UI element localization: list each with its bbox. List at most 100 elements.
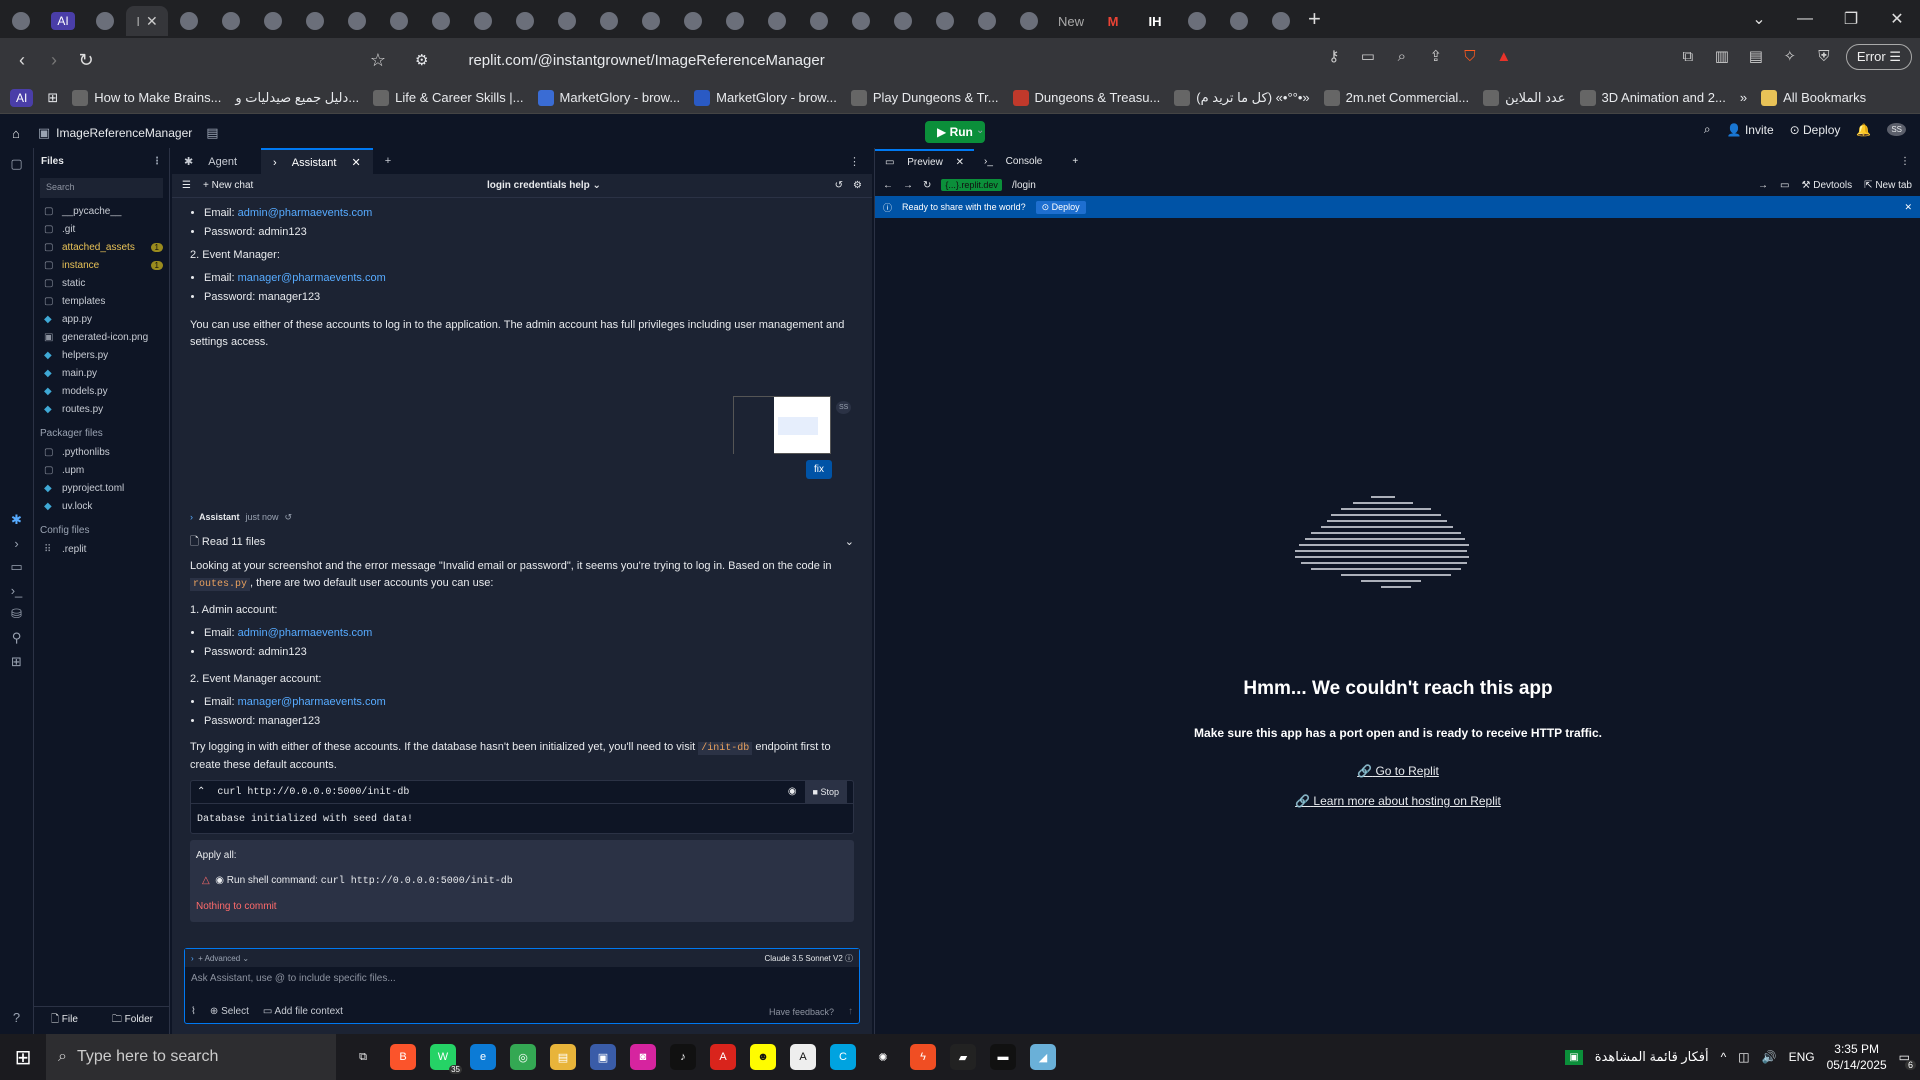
bookmark-page-icon[interactable]: ☆ <box>362 50 394 71</box>
browser-tab[interactable] <box>0 6 42 36</box>
add-file-context-button[interactable]: ▭ Add file context <box>263 1006 343 1017</box>
file-row[interactable]: ▢ .upm <box>34 461 169 479</box>
avatar[interactable]: SS <box>1887 123 1906 136</box>
chrome-icon[interactable]: ◎ <box>510 1044 536 1070</box>
password-key-icon[interactable]: ⚷ <box>1322 45 1346 69</box>
browser-tab[interactable] <box>168 6 210 36</box>
browser-tab[interactable] <box>84 6 126 36</box>
deploy-banner-button[interactable]: ⊙ Deploy <box>1035 200 1086 214</box>
all-tools-icon[interactable]: ⊞ <box>0 654 33 670</box>
browser-tab[interactable] <box>630 6 672 36</box>
file-row[interactable]: ◆ app.py <box>34 310 169 328</box>
deploy-header-button[interactable]: ⊙ Deploy <box>1790 123 1841 137</box>
close-banner-icon[interactable]: ✕ <box>1904 202 1912 213</box>
chat-settings-icon[interactable]: ⚙ <box>853 180 862 191</box>
feedback-link[interactable]: Have feedback? <box>769 1007 834 1017</box>
new-tab-button[interactable]: ⇱ New tab <box>1864 180 1912 191</box>
chatgpt-icon[interactable]: ✺ <box>870 1044 896 1070</box>
preview-domain[interactable]: {...}.replit.dev <box>941 179 1002 191</box>
apps-grid-icon[interactable]: ⊞ <box>47 90 58 106</box>
notifications-bell-icon[interactable]: 🔔 <box>1856 123 1871 137</box>
file-explorer-icon[interactable]: ▤ <box>550 1044 576 1070</box>
watchlist-label[interactable]: أفكار قائمة المشاهدة <box>1595 1049 1709 1065</box>
devices-icon[interactable]: ▭ <box>1780 180 1789 191</box>
browser-tab[interactable] <box>462 6 504 36</box>
read-files-collapsible[interactable]: 🗋 Read 11 files ⌄ <box>190 533 854 552</box>
whatsapp-icon[interactable]: W 35 <box>430 1044 462 1074</box>
preview-reload-icon[interactable]: ↻ <box>923 180 931 191</box>
bookmark-item[interactable]: How to Make Brains... <box>72 89 221 106</box>
app-icon[interactable]: ▣ <box>590 1044 616 1070</box>
stop-button[interactable]: ■ Stop <box>804 780 847 804</box>
browser-tab[interactable] <box>378 6 420 36</box>
all-bookmarks[interactable]: All Bookmarks <box>1761 89 1866 106</box>
zoom-icon[interactable]: ⌕ <box>1390 45 1414 69</box>
new-chat-button[interactable]: + New chat <box>203 180 253 191</box>
hosting-docs-link[interactable]: 🔗 Learn more about hosting on Replit <box>875 794 1920 808</box>
language-indicator[interactable]: ENG <box>1789 1050 1815 1064</box>
site-info-icon[interactable]: ⚙ <box>415 51 428 69</box>
error-menu-button[interactable]: Error ☰ <box>1845 44 1912 70</box>
bookmark-item[interactable]: Dungeons & Treasu... <box>1012 89 1160 106</box>
file-row[interactable]: ◆ pyproject.toml <box>34 479 169 497</box>
extensions-icon[interactable]: ⧉ <box>1676 45 1700 69</box>
open-external-icon[interactable]: → <box>1758 180 1768 191</box>
browser-tab[interactable] <box>1260 6 1302 36</box>
bookmark-item[interactable]: MarketGlory - brow... <box>537 89 680 106</box>
browser-tab[interactable]: M <box>1092 6 1134 36</box>
app-icon[interactable]: ◢ <box>1030 1044 1056 1070</box>
bookmark-item[interactable]: Play Dungeons & Tr... <box>850 89 999 106</box>
tab-assistant[interactable]: › Assistant ✕ <box>261 147 373 175</box>
app-icon[interactable]: C <box>830 1044 856 1070</box>
file-row[interactable]: ▢ attached_assets 1 <box>34 238 169 256</box>
screenshot-attachment-thumbnail[interactable] <box>733 396 831 455</box>
task-view-icon[interactable]: ⧉ <box>350 1044 376 1070</box>
send-icon[interactable]: ↑ <box>848 1006 853 1017</box>
bookmark-item[interactable]: عدد الملاين <box>1483 89 1566 106</box>
wallet-icon[interactable]: ▤ <box>1744 45 1768 69</box>
preview-path[interactable]: /login <box>1012 180 1036 191</box>
share-icon[interactable]: ⇪ <box>1424 45 1448 69</box>
file-row[interactable]: ⠿ .replit <box>34 540 169 558</box>
add-tab-icon[interactable]: + <box>373 149 403 173</box>
terminal-icon[interactable]: ▬ <box>990 1044 1016 1070</box>
browser-tab[interactable] <box>714 6 756 36</box>
secrets-icon[interactable]: ⚲ <box>0 630 33 646</box>
collapse-chevron-icon[interactable]: ⌃ <box>197 783 205 802</box>
tiktok-icon[interactable]: ♪ <box>670 1044 696 1070</box>
browser-tab[interactable] <box>924 6 966 36</box>
notifications-icon[interactable]: ▭ 6 <box>1899 1050 1916 1070</box>
browser-tab[interactable] <box>1176 6 1218 36</box>
file-row[interactable]: ◆ main.py <box>34 364 169 382</box>
file-row[interactable]: ▣ generated-icon.png <box>34 328 169 346</box>
home-icon[interactable]: ⌂ <box>12 126 20 141</box>
go-to-replit-link[interactable]: 🔗 Go to Replit <box>875 764 1920 778</box>
bookmark-item[interactable]: MarketGlory - brow... <box>694 89 837 106</box>
tab-agent[interactable]: ✱ Agent <box>172 149 261 174</box>
browser-tab[interactable] <box>546 6 588 36</box>
browser-tab[interactable] <box>798 6 840 36</box>
brave-shield-icon[interactable]: ⛉ <box>1458 45 1482 69</box>
model-selector[interactable]: Claude 3.5 Sonnet V2 ⓘ <box>764 953 853 964</box>
new-folder-button[interactable]: 🗀 Folder <box>112 1012 153 1029</box>
project-name[interactable]: ImageReferenceManager <box>56 126 192 140</box>
file-row[interactable]: ▢ instance 1 <box>34 256 169 274</box>
reload-icon[interactable]: ↻ <box>70 50 102 71</box>
invite-button[interactable]: 👤 Invite <box>1727 123 1774 137</box>
apply-item[interactable]: △ ◉ Run shell command: curl http://0.0.0… <box>202 871 848 891</box>
browser-tab-active[interactable]: I ✕ <box>126 6 168 36</box>
search-icon[interactable]: ⌕ <box>1704 122 1711 137</box>
assistant-icon[interactable]: › <box>0 536 33 551</box>
browser-tab[interactable] <box>882 6 924 36</box>
add-tab-icon[interactable]: + <box>1062 150 1088 173</box>
email-link[interactable]: manager@pharmaevents.com <box>238 696 386 708</box>
browser-tab[interactable] <box>420 6 462 36</box>
cast-icon[interactable]: ▭ <box>1356 45 1380 69</box>
instagram-icon[interactable]: ◙ <box>630 1044 656 1070</box>
bookmark-item[interactable]: 3D Animation and 2... <box>1579 89 1726 106</box>
new-tab-button[interactable]: + <box>1308 6 1321 32</box>
tray-chevron-icon[interactable]: ^ <box>1721 1050 1727 1064</box>
preview-icon[interactable]: ▭ <box>0 559 33 575</box>
preview-back-icon[interactable]: ← <box>883 180 893 191</box>
project-info-icon[interactable]: ▤ <box>206 125 218 141</box>
